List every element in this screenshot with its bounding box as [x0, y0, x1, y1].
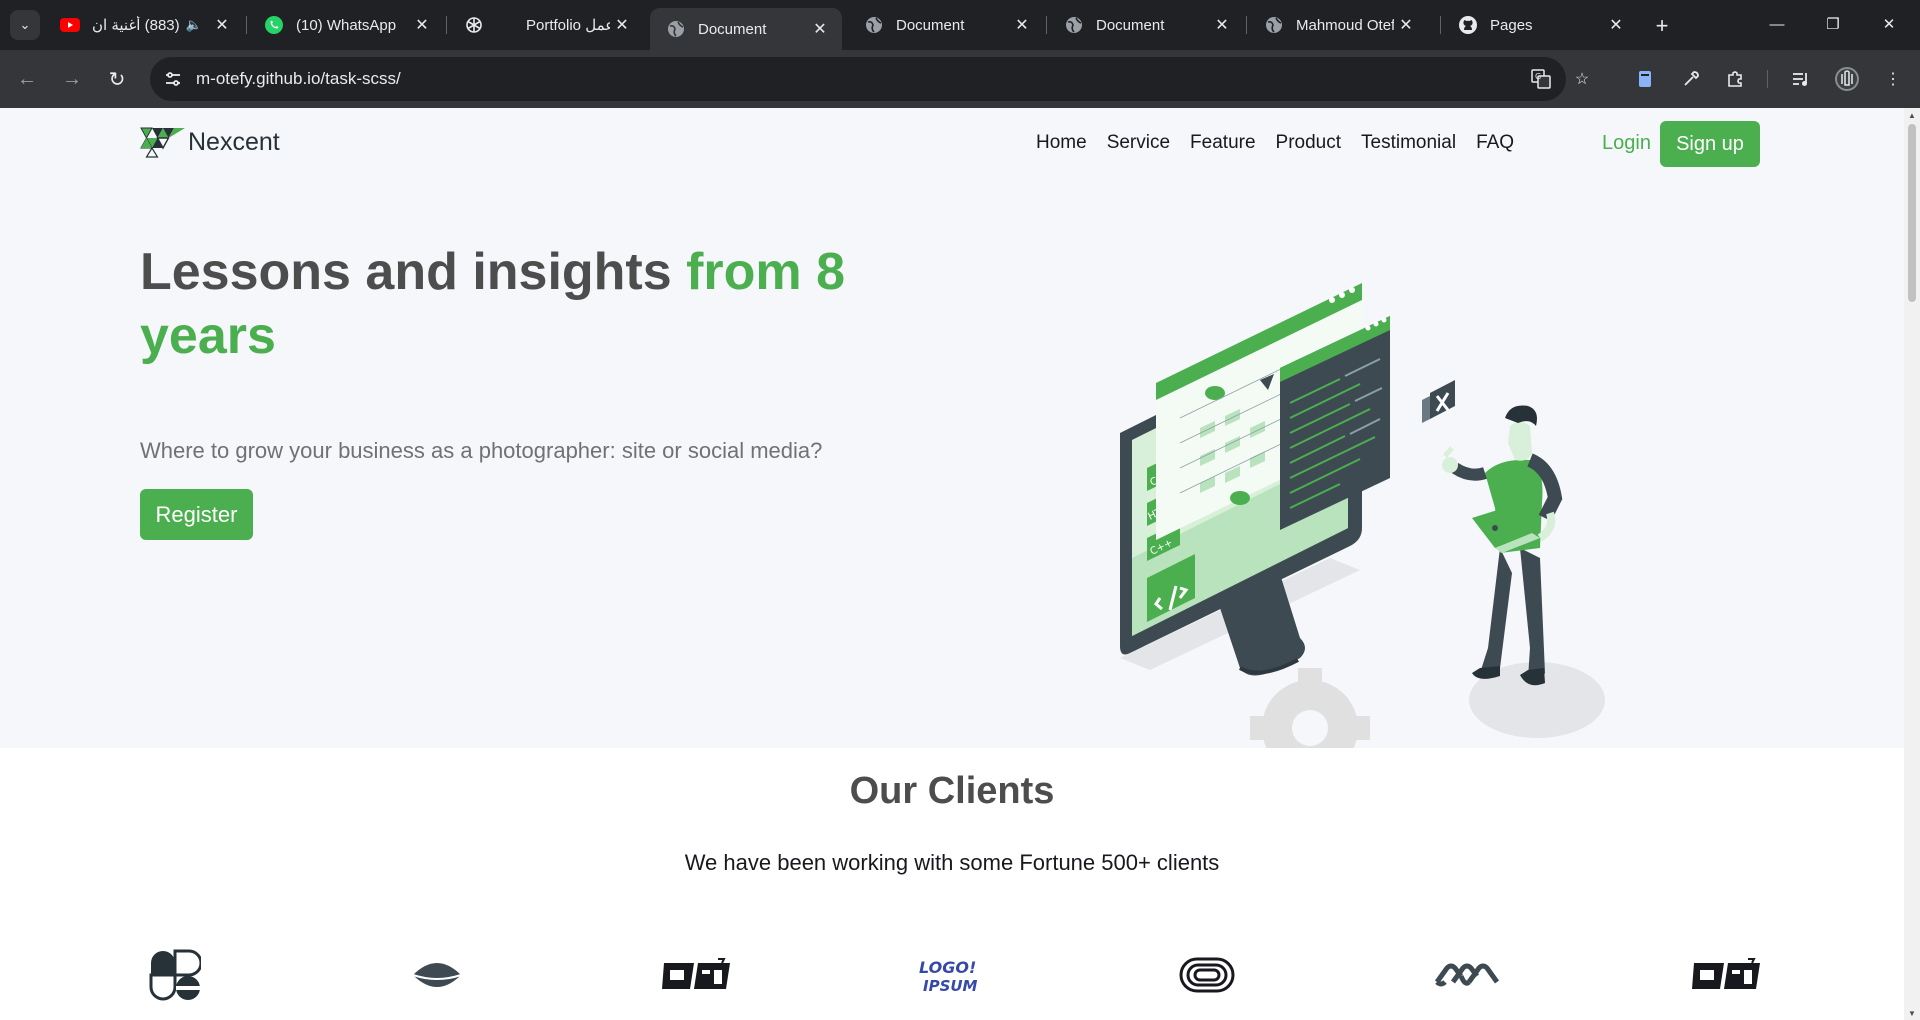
hero-title-main: Lessons and insights — [140, 243, 687, 301]
globe-icon — [864, 15, 884, 35]
client-logo-5 — [1172, 940, 1242, 1010]
page-scrollbar[interactable]: ▲ ▼ — [1904, 108, 1920, 1020]
arrow-left-icon: ← — [17, 67, 37, 90]
close-icon: ✕ — [1882, 16, 1896, 33]
address-bar[interactable]: m-otefy.github.io/task-scss/ — [150, 57, 1566, 101]
close-tab-icon[interactable]: ✕ — [1210, 13, 1234, 37]
site-navbar: Nexcent Home Service Feature Product Tes… — [140, 118, 1760, 168]
profile-avatar[interactable] — [1832, 64, 1862, 94]
speaker-icon[interactable]: 🔈 — [186, 17, 202, 33]
brand-name: Nexcent — [188, 127, 280, 156]
eyedropper-icon[interactable] — [1676, 64, 1706, 94]
close-window-button[interactable]: ✕ — [1866, 8, 1912, 40]
url-host: m-otefy.github.io — [196, 69, 321, 88]
client-logo-7 — [1692, 940, 1762, 1010]
svg-text:LOGO!: LOGO! — [919, 958, 976, 977]
tab-document-2[interactable]: Document ✕ — [848, 8, 1044, 42]
browser-tab-bar: ⌄ (883) أغنية ان 🔈 ✕ (10) WhatsApp ✕ Por… — [0, 0, 1920, 50]
client-logo-1 — [140, 940, 210, 1010]
nexcent-logo-icon — [140, 127, 185, 158]
youtube-icon — [60, 15, 80, 35]
openai-icon — [464, 15, 484, 35]
restore-button[interactable]: ❐ — [1810, 8, 1856, 40]
extensions-puzzle-icon[interactable] — [1720, 64, 1750, 94]
restore-icon: ❐ — [1826, 16, 1840, 33]
scroll-up-arrow[interactable]: ▲ — [1904, 108, 1920, 122]
nav-home[interactable]: Home — [1036, 132, 1087, 154]
nav-testimonial[interactable]: Testimonial — [1361, 132, 1456, 154]
browser-toolbar: ← → ↻ m-otefy.github.io/task-scss/ G ☆ ⋮ — [0, 50, 1920, 108]
close-tab-icon[interactable]: ✕ — [808, 17, 832, 41]
client-logo-3 — [662, 940, 732, 1010]
globe-icon — [666, 19, 686, 39]
menu-kebab-icon[interactable]: ⋮ — [1878, 64, 1908, 94]
bookmark-star-icon[interactable]: ☆ — [1567, 64, 1597, 94]
whatsapp-icon — [264, 15, 284, 35]
hero-title: Lessons and insights from 8 years — [140, 240, 860, 368]
close-tab-icon[interactable]: ✕ — [1394, 13, 1418, 37]
nav-service[interactable]: Service — [1107, 132, 1170, 154]
reload-icon: ↻ — [108, 68, 126, 91]
client-logos: LOGO! IPSUM — [140, 940, 1760, 1010]
minimize-icon: — — [1769, 15, 1785, 33]
tab-pages[interactable]: Pages ✕ — [1442, 8, 1638, 42]
page-viewport: Nexcent Home Service Feature Product Tes… — [0, 108, 1920, 1020]
client-logo-4: LOGO! IPSUM — [912, 940, 982, 1010]
nav-faq[interactable]: FAQ — [1476, 132, 1514, 154]
forward-button[interactable]: → — [57, 64, 87, 94]
site-settings-icon[interactable] — [158, 64, 188, 94]
tab-portfolio[interactable]: Portfolio عمل ✕ — [448, 8, 644, 42]
media-controls-icon[interactable] — [1786, 64, 1816, 94]
globe-icon — [1264, 15, 1284, 35]
close-tab-icon[interactable]: ✕ — [210, 13, 234, 37]
scroll-down-arrow[interactable]: ▼ — [1904, 1006, 1920, 1020]
close-tab-icon[interactable]: ✕ — [1010, 13, 1034, 37]
client-logo-2 — [402, 940, 472, 1010]
tab-whatsapp[interactable]: (10) WhatsApp ✕ — [248, 8, 444, 42]
chevron-down-icon: ⌄ — [19, 17, 31, 32]
hero-subtitle: Where to grow your business as a photogr… — [140, 438, 823, 463]
register-button[interactable]: Register — [140, 489, 253, 540]
login-link[interactable]: Login — [1602, 132, 1651, 155]
tab-youtube[interactable]: (883) أغنية ان 🔈 ✕ — [44, 8, 244, 42]
scrollbar-thumb[interactable] — [1908, 124, 1916, 302]
extension-docs-icon[interactable] — [1630, 64, 1660, 94]
nav-product[interactable]: Product — [1276, 132, 1341, 154]
new-tab-button[interactable]: + — [1648, 12, 1676, 40]
close-tab-icon[interactable]: ✕ — [610, 13, 634, 37]
svg-text:IPSUM: IPSUM — [923, 977, 978, 995]
globe-icon — [1064, 15, 1084, 35]
tab-search-button[interactable]: ⌄ — [10, 10, 40, 40]
close-tab-icon[interactable]: ✕ — [410, 13, 434, 37]
main-menu: Home Service Feature Product Testimonial… — [1036, 132, 1534, 154]
hero-illustration: CSS HTML C++ — [1120, 283, 1605, 748]
back-button[interactable]: ← — [12, 64, 42, 94]
svg-text:G: G — [1535, 72, 1541, 81]
tab-document-3[interactable]: Document ✕ — [1048, 8, 1244, 42]
minimize-button[interactable]: — — [1754, 8, 1800, 40]
url-path: /task-scss/ — [320, 69, 401, 88]
translate-icon[interactable]: G — [1526, 64, 1556, 94]
arrow-right-icon: → — [62, 67, 82, 90]
close-tab-icon[interactable]: ✕ — [1604, 13, 1628, 37]
clients-subtitle: We have been working with some Fortune 5… — [684, 850, 1220, 875]
tab-mahmoud-otefy[interactable]: Mahmoud Otefy ✕ — [1248, 8, 1428, 42]
github-icon — [1458, 15, 1478, 35]
clients-title: Our Clients — [849, 770, 1055, 812]
site-logo[interactable]: Nexcent — [140, 122, 280, 162]
signup-button[interactable]: Sign up — [1660, 121, 1760, 167]
nav-feature[interactable]: Feature — [1190, 132, 1255, 154]
url-text: m-otefy.github.io/task-scss/ — [196, 69, 401, 89]
plus-icon: + — [1655, 13, 1669, 38]
client-logo-6 — [1432, 940, 1502, 1010]
tab-document-active[interactable]: Document ✕ — [650, 8, 842, 50]
reload-button[interactable]: ↻ — [102, 64, 132, 94]
